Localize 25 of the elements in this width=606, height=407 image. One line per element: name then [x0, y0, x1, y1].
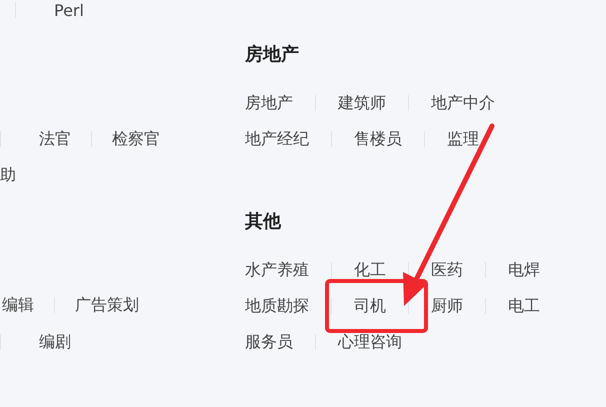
job-link[interactable]: 化工: [354, 260, 386, 280]
category-heading: 其他: [245, 210, 282, 234]
job-link[interactable]: 医药: [431, 260, 463, 280]
job-link[interactable]: 司机: [354, 296, 386, 316]
job-link[interactable]: 售楼员: [354, 128, 402, 150]
job-link[interactable]: 心理咨询: [338, 332, 402, 352]
job-link[interactable]: 地产中介: [431, 92, 495, 114]
job-link[interactable]: 地产经纪: [245, 128, 309, 150]
job-link[interactable]: 广告策划: [55, 294, 159, 316]
job-link[interactable]: 监理: [447, 128, 479, 150]
job-link[interactable]: Perl: [34, 0, 104, 20]
category-heading: 房地产: [245, 43, 300, 67]
job-link[interactable]: 电工: [508, 296, 540, 316]
job-link[interactable]: 建筑师: [338, 92, 386, 114]
job-link[interactable]: 编辑: [2, 294, 54, 316]
job-link[interactable]: 服务员: [245, 332, 293, 352]
job-link[interactable]: 检察官: [92, 128, 180, 150]
job-link[interactable]: 房地产: [245, 92, 293, 114]
job-link[interactable]: 助: [0, 164, 36, 186]
job-link[interactable]: 编剧: [19, 332, 91, 352]
job-link[interactable]: 地质勘探: [245, 296, 309, 316]
job-link[interactable]: 水产养殖: [245, 260, 309, 280]
job-link[interactable]: 厨师: [431, 296, 463, 316]
job-link[interactable]: 电焊: [508, 260, 540, 280]
job-link[interactable]: 法官: [19, 128, 91, 150]
